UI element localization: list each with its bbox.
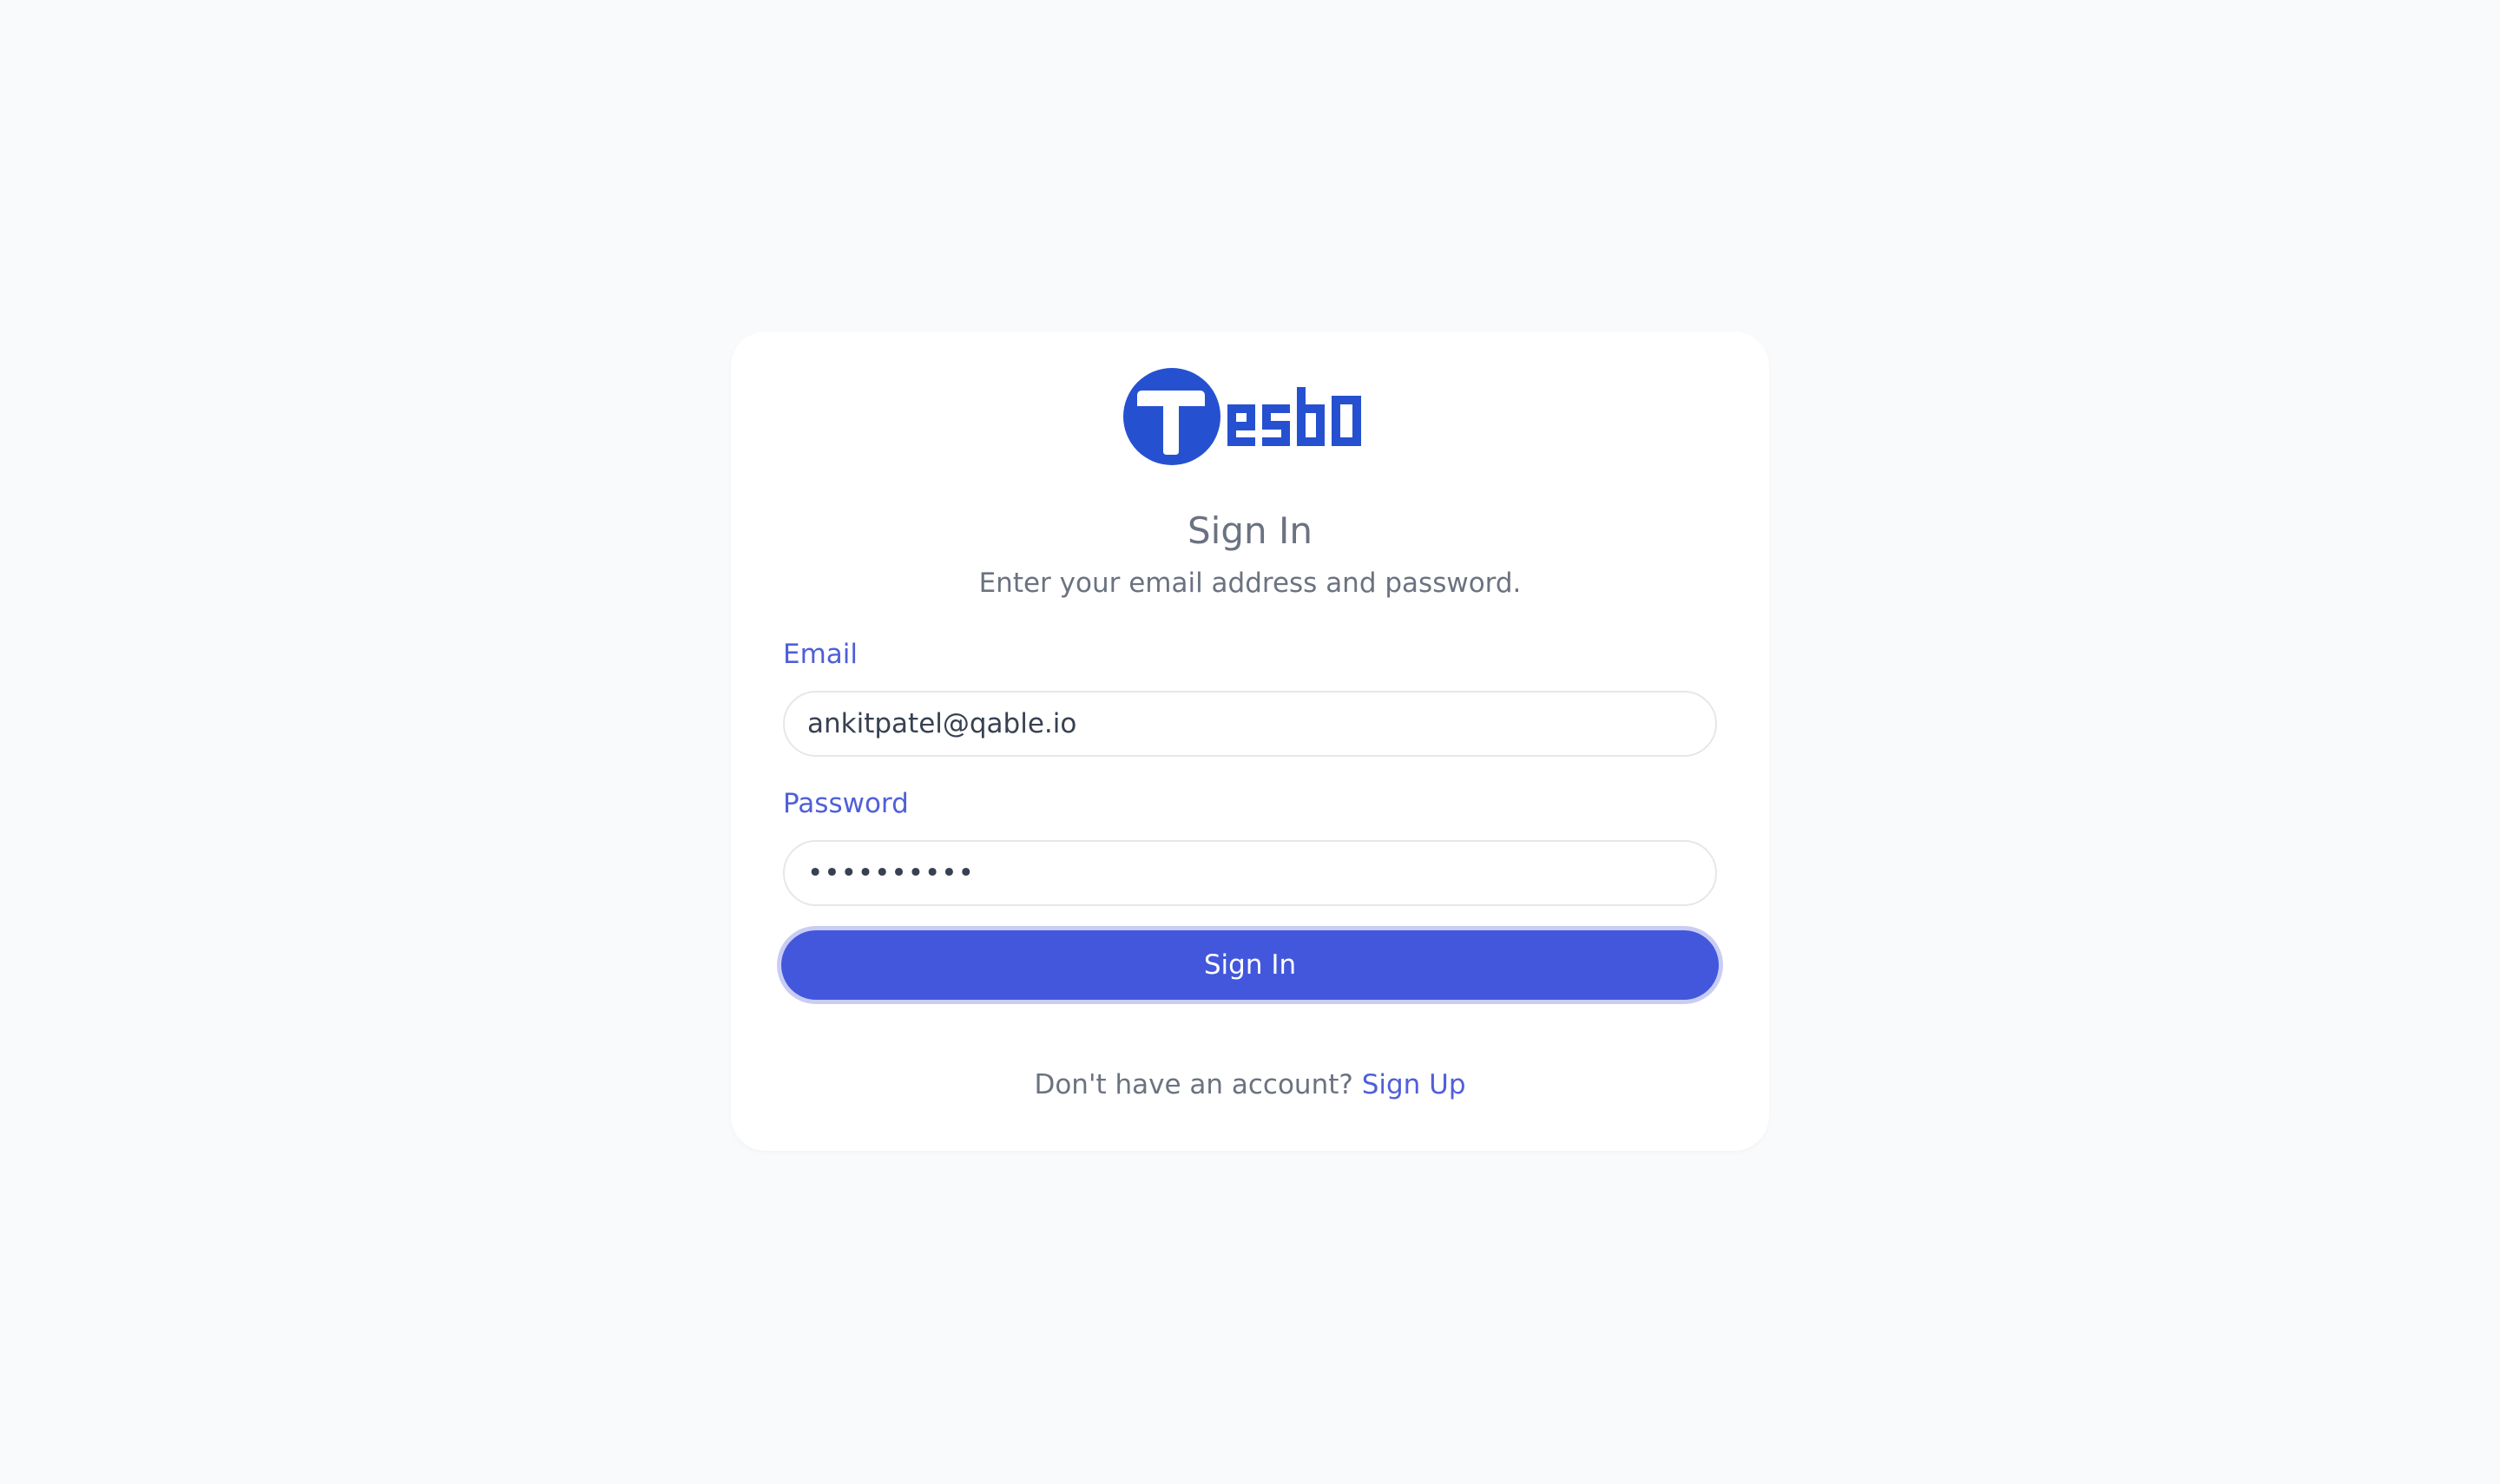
email-input[interactable] — [783, 691, 1717, 757]
sign-up-prompt-text: Don't have an account? — [1034, 1069, 1353, 1100]
email-label: Email — [783, 639, 859, 670]
sign-up-prompt: Don't have an account? Sign Up — [731, 1066, 1769, 1104]
sign-up-link[interactable]: Sign Up — [1362, 1069, 1466, 1100]
sign-in-button[interactable]: Sign In — [781, 930, 1719, 1000]
page-title: Sign In — [1188, 509, 1312, 552]
tesbo-logo — [1122, 366, 1382, 467]
tesbo-logo-icon — [1123, 368, 1361, 465]
password-input[interactable] — [783, 840, 1717, 906]
password-label: Password — [783, 788, 909, 819]
sign-in-page: Sign In Enter your email address and pas… — [0, 0, 2500, 1484]
sign-in-card: Sign In Enter your email address and pas… — [731, 332, 1769, 1151]
page-subtitle: Enter your email address and password. — [978, 568, 1522, 599]
